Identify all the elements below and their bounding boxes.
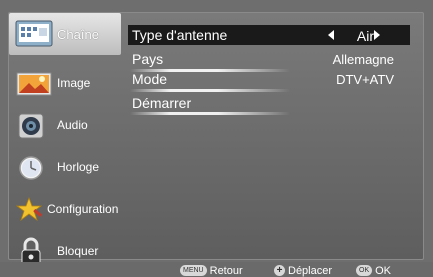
row-label: Démarrer — [132, 95, 192, 111]
row-value: Allemagne — [332, 52, 394, 67]
row-label: Type d'antenne — [132, 27, 228, 43]
row-value: Air — [356, 28, 374, 44]
row-label: Pays — [132, 51, 164, 67]
footer-ok-label: OK — [375, 264, 392, 277]
sidebar-item-configuration[interactable]: Configuration — [9, 189, 121, 231]
row-underline — [130, 89, 290, 92]
clock-icon — [19, 156, 43, 180]
sidebar-item-label: Configuration — [47, 202, 119, 216]
row-label: Mode — [132, 71, 168, 87]
row-mode[interactable]: Mode DTV+ATV — [128, 69, 418, 92]
arrow-left-icon[interactable] — [328, 30, 334, 40]
picture-icon — [16, 72, 52, 96]
row-antenna-type[interactable]: Type d'antenne Air — [128, 25, 410, 45]
row-start[interactable]: Démarrer — [128, 93, 418, 115]
menu-key-icon: MENU — [180, 265, 207, 277]
sidebar: Chaîne Image Audio Horloge Configuration… — [9, 13, 121, 266]
footer-ok[interactable]: OK OK — [356, 262, 391, 277]
footer-move[interactable]: + Déplacer — [274, 262, 332, 277]
sidebar-item-horloge[interactable]: Horloge — [9, 147, 121, 189]
sidebar-item-chaine[interactable]: Chaîne — [9, 13, 121, 55]
footer-move-label: Déplacer — [288, 264, 333, 277]
sidebar-item-label: Audio — [57, 118, 88, 132]
dpad-icon: + — [274, 265, 285, 277]
sidebar-item-label: Horloge — [57, 160, 100, 174]
row-country[interactable]: Pays Allemagne — [128, 49, 418, 72]
footer-back-label: Retour — [209, 264, 243, 277]
row-value: DTV+ATV — [336, 72, 394, 87]
channel-settings-panel: Type d'antenne Air Pays Allemagne Mode D… — [124, 13, 422, 259]
sidebar-item-image[interactable]: Image — [9, 63, 121, 105]
channel-icon — [15, 20, 53, 47]
tv-menu-screen: Chaîne Image Audio Horloge Configuration… — [0, 0, 433, 277]
sidebar-item-audio[interactable]: Audio — [9, 105, 121, 147]
sidebar-item-label: Bloquer — [57, 244, 99, 258]
footer-back[interactable]: MENU Retour — [180, 262, 243, 277]
sidebar-item-label: Chaîne — [57, 27, 99, 42]
sidebar-item-label: Image — [57, 76, 91, 90]
arrow-right-icon[interactable] — [374, 30, 380, 40]
row-underline — [130, 112, 290, 115]
ok-key-icon: OK — [356, 265, 373, 277]
speaker-icon — [18, 113, 44, 139]
help-bar: MENU Retour + Déplacer OK OK — [0, 262, 433, 277]
